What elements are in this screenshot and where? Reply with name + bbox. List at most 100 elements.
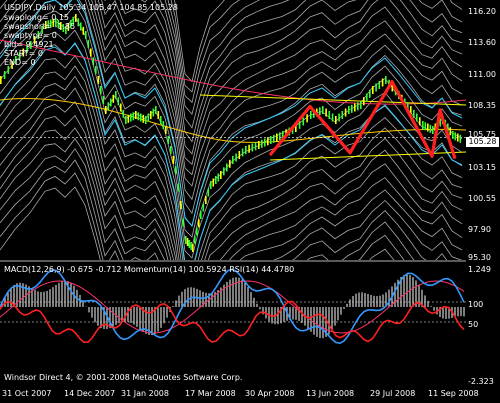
price-label: 100.55: [468, 194, 496, 203]
price-scale[interactable]: 116.20 113.60 111.00 108.35 105.75 105.2…: [466, 0, 500, 386]
candle: [251, 143, 254, 152]
price-chart-panel[interactable]: USDJPY,Daily 105.34 105.47 104.85 105.28…: [0, 0, 466, 261]
candle: [200, 211, 202, 219]
date-label: 31 Oct 2007: [2, 389, 52, 398]
candle: [310, 111, 312, 119]
candle: [196, 227, 198, 236]
candle: [175, 166, 177, 174]
candle: [419, 117, 421, 126]
date-label: 29 Jul 2008: [370, 389, 416, 398]
indicator-label: 50: [468, 320, 479, 329]
candle: [172, 156, 175, 164]
candle: [90, 48, 92, 57]
price-label: 103.15: [468, 163, 496, 172]
candle: [427, 123, 429, 132]
candle: [102, 96, 105, 104]
envelope-band: [0, 147, 448, 261]
envelope-band: [0, 43, 463, 261]
candle: [267, 137, 269, 146]
param-bid: bid= 9.4921: [4, 40, 54, 49]
candle: [205, 196, 207, 204]
candle: [241, 148, 244, 157]
candle: [180, 201, 182, 209]
candle: [77, 18, 80, 27]
candle: [75, 14, 77, 22]
candle: [363, 97, 365, 106]
candle: [306, 114, 308, 123]
candle: [100, 86, 102, 94]
date-label: 17 Mar 2008: [185, 389, 236, 398]
price-label: 113.60: [468, 38, 496, 47]
candle: [432, 126, 434, 134]
candle: [273, 134, 275, 143]
candle: [258, 141, 260, 149]
candle: [7, 66, 10, 74]
envelope-band: [0, 3, 463, 238]
candle: [145, 116, 147, 124]
candle: [3, 71, 6, 79]
indicator-label: -2.323: [468, 377, 494, 386]
param-start: START= 0: [4, 49, 44, 58]
param-end: END= 0: [4, 58, 36, 67]
candle: [107, 102, 110, 111]
candle: [248, 144, 250, 153]
indicator-panel[interactable]: MACD(12,26,9) -0.675 -0.712 Momentum(14)…: [0, 262, 466, 386]
candle: [177, 183, 180, 192]
candle: [375, 83, 377, 92]
candle: [130, 113, 132, 122]
candle: [95, 66, 97, 74]
candle: [85, 31, 87, 39]
candle: [137, 112, 140, 121]
candle: [328, 111, 331, 119]
candle: [369, 89, 371, 98]
candle: [147, 113, 150, 122]
candle: [185, 236, 187, 244]
candle: [232, 156, 234, 164]
candle: [449, 127, 452, 136]
chart-title: USDJPY,Daily 105.34 105.47 104.85 105.28: [4, 3, 178, 12]
candle: [416, 113, 418, 122]
candle: [160, 116, 162, 124]
candle: [238, 151, 241, 159]
candle: [452, 131, 454, 139]
candle: [229, 159, 231, 168]
candle: [165, 126, 167, 134]
candle: [319, 107, 321, 116]
candle: [322, 106, 324, 114]
candle: [135, 111, 137, 119]
param-swaptype: swaptype= 0: [4, 31, 57, 40]
candle: [217, 173, 220, 182]
indicator-title: MACD(12,26,9) -0.675 -0.712 Momentum(14)…: [4, 265, 295, 274]
candle: [80, 22, 82, 31]
date-label: 14 Dec 2007: [64, 389, 116, 398]
candle: [270, 136, 272, 144]
candle: [331, 113, 334, 122]
date-label: 13 Jun 2008: [306, 389, 355, 398]
candle: [186, 238, 189, 246]
candle: [279, 132, 281, 141]
candle: [162, 121, 165, 129]
candle: [245, 146, 247, 154]
candle: [82, 26, 85, 35]
time-axis[interactable]: 31 Oct 2007 14 Dec 2007 31 Jan 2008 17 M…: [0, 386, 500, 403]
candle: [223, 167, 225, 176]
price-chart-svg: [0, 0, 466, 261]
candle: [87, 39, 90, 48]
candle: [188, 240, 191, 248]
candle: [192, 244, 194, 252]
candle: [325, 108, 327, 117]
candle: [140, 113, 142, 122]
candle: [338, 113, 340, 122]
candle: [422, 121, 424, 129]
candle: [202, 203, 205, 212]
candle: [341, 111, 344, 119]
date-label: 30 Apr 2008: [245, 389, 295, 398]
candle: [167, 136, 170, 144]
candle: [117, 97, 120, 106]
price-label: 97.90: [468, 225, 491, 234]
candle: [276, 133, 278, 142]
current-price-tag: 105.28: [466, 137, 499, 147]
candle: [220, 171, 222, 179]
candle: [0, 76, 2, 84]
pattern-zigzag: [268, 80, 457, 160]
